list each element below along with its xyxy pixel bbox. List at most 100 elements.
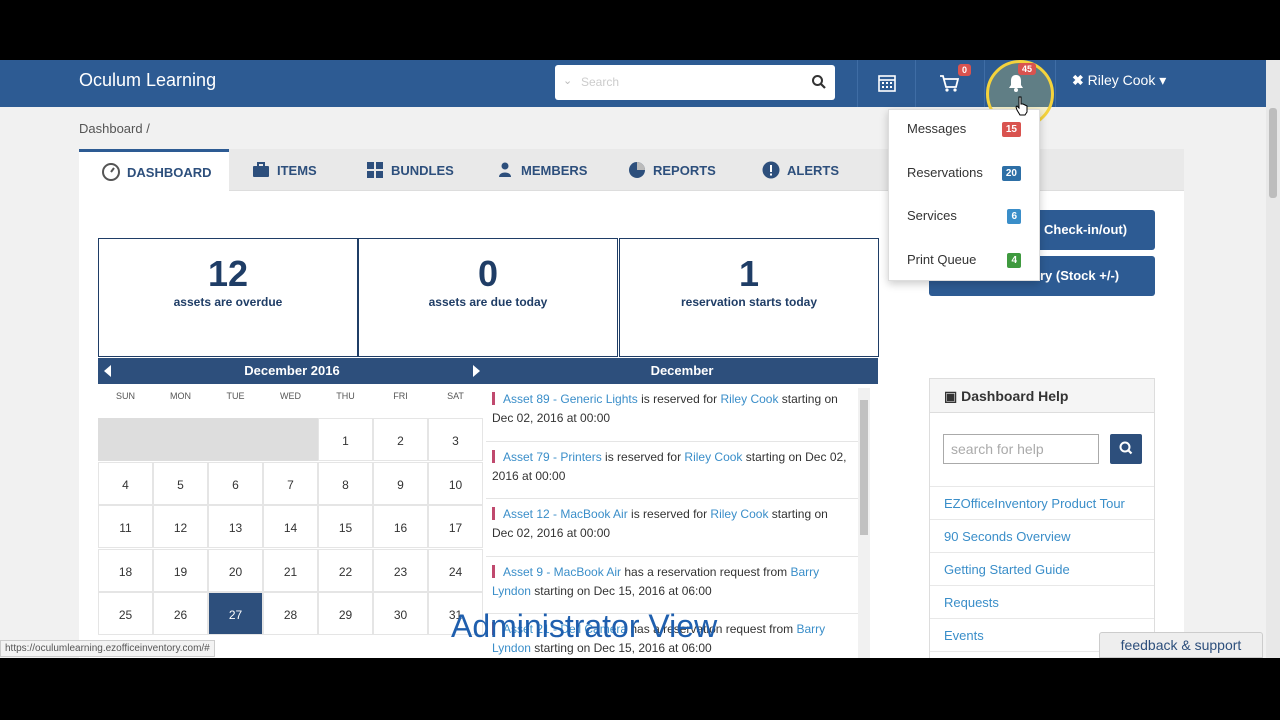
dropdown-item-print-queue[interactable]: Print Queue 4 (889, 241, 1039, 284)
dropdown-item-reservations[interactable]: Reservations 20 (889, 154, 1039, 197)
calendar-day[interactable]: 14 (263, 505, 318, 548)
calendar-day[interactable]: 7 (263, 461, 318, 505)
event-item: Asset 89 - Generic Lights is reserved fo… (486, 384, 858, 442)
calendar-day[interactable]: 23 (373, 548, 428, 592)
tab-reports[interactable]: REPORTS (627, 149, 716, 191)
dashboard-help-panel: ▣ Dashboard Help search for help EZOffic… (929, 378, 1155, 658)
help-search-input[interactable]: search for help (943, 434, 1099, 464)
cart-icon[interactable] (938, 72, 960, 94)
calendar-day[interactable]: 21 (263, 548, 318, 592)
calendar-weekday: MON (170, 391, 191, 401)
tab-alerts[interactable]: ALERTS (761, 149, 839, 191)
calendar-icon[interactable] (876, 72, 898, 94)
help-search-button[interactable] (1110, 434, 1142, 464)
calendar-day[interactable]: 29 (318, 592, 373, 635)
stat-number: 12 (207, 253, 249, 294)
help-title: ▣ Dashboard Help (930, 379, 1154, 413)
tab-dashboard[interactable]: DASHBOARD (79, 149, 229, 192)
calendar-day[interactable]: 1 (318, 418, 373, 461)
event-marker (492, 392, 495, 405)
dropdown-count-badge: 20 (1001, 165, 1021, 181)
next-month-arrow-icon[interactable] (473, 365, 480, 377)
search-icon[interactable] (811, 74, 827, 90)
help-link[interactable]: EZOfficeInventory Product Tour (930, 486, 1154, 519)
scrollbar-thumb[interactable] (1269, 108, 1277, 198)
nav-divider (915, 60, 916, 107)
bundles-icon (367, 162, 383, 178)
scrollbar-thumb[interactable] (860, 400, 868, 535)
chevron-down-icon[interactable]: ⌄ (563, 74, 572, 87)
breadcrumb[interactable]: Dashboard / (79, 121, 150, 136)
tab-label: DASHBOARD (127, 164, 212, 180)
calendar-day[interactable]: 13 (208, 505, 263, 548)
dropdown-item-label: Services (907, 208, 957, 223)
calendar-day[interactable]: 5 (153, 461, 208, 505)
calendar-day[interactable]: 8 (318, 461, 373, 505)
calendar-day[interactable]: 11 (98, 505, 153, 548)
calendar-day[interactable]: 15 (318, 505, 373, 548)
user-menu[interactable]: ✖ Riley Cook ▾ (1072, 72, 1166, 89)
tab-label: ITEMS (277, 162, 317, 178)
feedback-support-button[interactable]: feedback & support (1099, 632, 1263, 658)
calendar-day[interactable]: 20 (208, 548, 263, 592)
calendar-day[interactable]: 26 (153, 592, 208, 635)
calendar-day[interactable]: 3 (428, 418, 483, 461)
calendar-day[interactable]: 4 (98, 461, 153, 505)
page-scrollbar[interactable] (1266, 60, 1280, 658)
dropdown-item-label: Messages (907, 121, 967, 136)
calendar-day[interactable]: 30 (373, 592, 428, 635)
dropdown-item-services[interactable]: Services 6 (889, 197, 1039, 240)
search-placeholder: Search (581, 75, 620, 89)
calendar-day[interactable]: 16 (373, 505, 428, 548)
calendar-empty-cell (98, 418, 153, 461)
tab-bundles[interactable]: BUNDLES (365, 149, 454, 191)
calendar-day[interactable]: 19 (153, 548, 208, 592)
member-link[interactable]: Riley Cook (684, 450, 742, 464)
calendar-day[interactable]: 27 (208, 592, 263, 635)
asset-link[interactable]: Asset 79 - Printers (503, 450, 602, 464)
event-time: starting on Dec 15, 2016 at 06:00 (530, 583, 712, 598)
calendar-weekday: SAT (447, 391, 464, 401)
calendar-day[interactable]: 22 (318, 548, 373, 592)
event-marker (492, 449, 495, 463)
cart-count-badge: 0 (958, 64, 972, 76)
help-link[interactable]: Getting Started Guide (930, 552, 1154, 585)
calendar-day[interactable]: 10 (428, 461, 483, 505)
member-link[interactable]: Riley Cook (720, 392, 778, 406)
help-link[interactable]: Requests (930, 585, 1154, 618)
pie-chart-icon (629, 162, 645, 178)
calendar-day[interactable]: 17 (428, 505, 483, 548)
tab-items[interactable]: ITEMS (251, 149, 317, 191)
event-text: is reserved for (637, 392, 721, 406)
asset-link[interactable]: Asset 89 - Generic Lights (503, 392, 638, 406)
calendar-day[interactable]: 9 (373, 461, 428, 505)
brand-title[interactable]: Oculum Learning (79, 70, 216, 91)
stat-overdue[interactable]: 12 assets are overdue (98, 238, 358, 357)
event-text: is reserved for (601, 449, 685, 464)
stat-reservations[interactable]: 1 reservation starts today (619, 238, 879, 357)
event-item: Asset 79 - Printers is reserved for Rile… (486, 442, 858, 499)
help-link[interactable]: 90 Seconds Overview (930, 519, 1154, 552)
calendar-weekday: THU (336, 391, 355, 401)
member-link[interactable]: Riley Cook (710, 507, 768, 521)
events-scrollbar[interactable] (858, 388, 870, 658)
bell-icon[interactable] (1005, 72, 1027, 94)
calendar-day[interactable]: 18 (98, 548, 153, 592)
tab-members[interactable]: MEMBERS (495, 149, 587, 191)
calendar-day[interactable]: 28 (263, 592, 318, 635)
app-window: Oculum Learning ⌄ Search 0 45 ✖ Riley Co… (0, 60, 1280, 658)
calendar-day[interactable]: 24 (428, 548, 483, 592)
calendar-day[interactable]: 12 (153, 505, 208, 548)
asset-link[interactable]: Asset 12 - MacBook Air (503, 507, 628, 521)
tab-label: MEMBERS (521, 162, 588, 178)
stat-due-today[interactable]: 0 assets are due today (358, 238, 618, 357)
nav-divider (1055, 60, 1056, 107)
calendar-header: December 2016 (98, 358, 486, 384)
search-input[interactable]: ⌄ Search (555, 65, 835, 100)
asset-link[interactable]: Asset 9 - MacBook Air (503, 565, 621, 579)
calendar-day[interactable]: 25 (98, 592, 153, 635)
alert-icon (762, 161, 780, 179)
dropdown-count-badge: 6 (1007, 209, 1021, 224)
calendar-day[interactable]: 6 (208, 461, 263, 505)
calendar-day[interactable]: 2 (373, 418, 428, 461)
